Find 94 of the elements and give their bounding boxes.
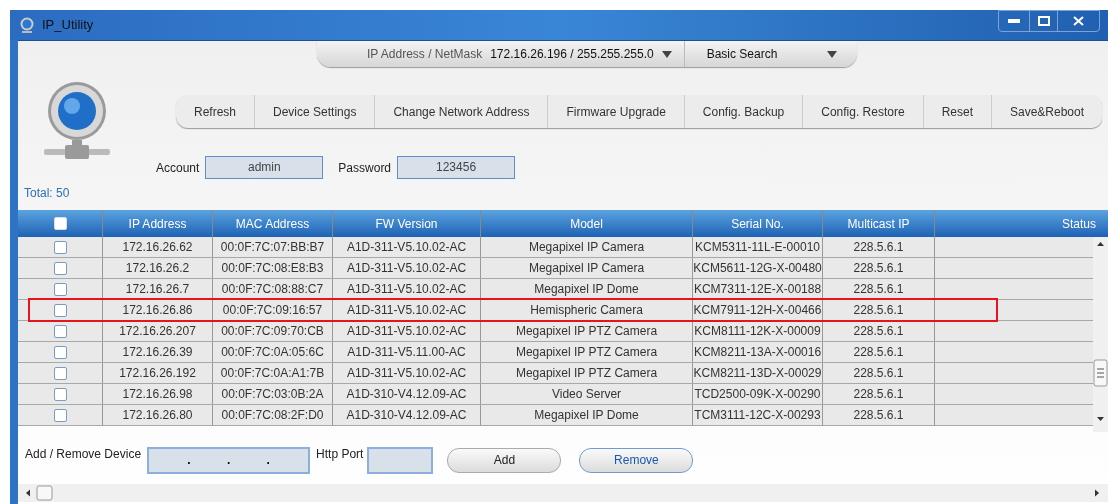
table-cell: 172.16.26.2 [103,258,213,278]
toolbar-button[interactable]: Config. Backup [683,95,803,128]
table-cell: Megapixel IP PTZ Camera [481,363,693,383]
minimize-icon [1008,19,1020,23]
maximize-icon [1037,16,1050,26]
table-cell: Megapixel IP Camera [481,237,693,257]
caret-icon [661,50,672,58]
table-cell: 228.5.6.1 [823,363,935,383]
table-cell: 172.16.26.39 [103,342,213,362]
table-cell: 172.16.26.62 [103,237,213,257]
table-cell: 00:0F:7C:08:E8:B3 [213,258,333,278]
table-cell: 172.16.26.86 [103,300,213,320]
table-cell: A1D-311-V5.10.02-AC [333,300,481,320]
table-cell: 228.5.6.1 [823,300,935,320]
window-title: IP_Utility [42,16,94,35]
table-cell: A1D-311-V5.10.02-AC [333,321,481,341]
table-cell: Megapixel IP Dome [481,279,693,299]
table-cell: Megapixel IP Camera [481,258,693,278]
checkbox[interactable] [53,282,67,296]
close-icon [1073,16,1084,26]
table-cell: KCM8211-13A-X-00016 [693,342,823,362]
table-cell: 228.5.6.1 [823,237,935,257]
table-cell: 228.5.6.1 [823,321,935,341]
toolbar-button[interactable]: Save&Reboot [991,95,1103,128]
table-cell: Megapixel IP PTZ Camera [481,321,693,341]
column-header[interactable]: Status [935,210,1108,237]
table-cell: 172.16.26.80 [103,405,213,425]
table-cell: A1D-310-V4.12.09-AC [333,384,481,404]
checkbox[interactable] [53,345,67,359]
password-label: Password [338,159,392,177]
table-cell: 172.16.26.7 [103,279,213,299]
device-total: Total: 50 [24,185,71,202]
toolbar-button[interactable]: Firmware Upgrade [547,95,684,128]
table-cell: KCM5311-11L-E-00010 [693,237,823,257]
table-cell: Megapixel IP PTZ Camera [481,342,693,362]
checkbox[interactable] [53,366,67,380]
table-cell: 228.5.6.1 [823,258,935,278]
table-cell: TCM3111-12C-X-00293 [693,405,823,425]
account-label: Account [156,159,200,177]
table-cell: KCM8211-13D-X-00029 [693,363,823,383]
table-cell: 228.5.6.1 [823,279,935,299]
table-cell: 00:0F:7C:0A:05:6C [213,342,333,362]
ip-address-field[interactable]: . . . [147,446,311,474]
checkbox[interactable] [53,303,67,317]
toolbar-button[interactable]: Device Settings [254,95,375,128]
http-port-field[interactable] [367,446,434,474]
webcam-icon [18,16,36,34]
table-cell: 00:0F:7C:09:70:CB [213,321,333,341]
table-cell: 00:0F:7C:09:16:57 [213,300,333,320]
table-cell: Video Server [481,384,693,404]
table-cell: A1D-310-V4.12.09-AC [333,405,481,425]
device-label: Add / Remove Device [25,446,142,463]
checkbox[interactable] [53,240,67,254]
table-cell: 00:0F:7C:08:2F:D0 [213,405,333,425]
table-cell: 00:0F:7C:03:0B:2A [213,384,333,404]
table-cell: 172.16.26.207 [103,321,213,341]
checkbox[interactable] [53,324,67,338]
table-cell: Hemispheric Camera [481,300,693,320]
table-cell: 228.5.6.1 [823,405,935,425]
table-cell: TCD2500-09K-X-00290 [693,384,823,404]
caret-icon [827,50,838,58]
toolbar-button[interactable]: Config. Restore [802,95,923,128]
table-cell: 172.16.26.98 [103,384,213,404]
webcam-logo-icon [42,81,112,161]
http-port-label: Http Port [316,446,364,463]
table-cell: A1D-311-V5.10.02-AC [333,237,481,257]
table-cell: A1D-311-V5.10.02-AC [333,363,481,383]
table-cell: 172.16.26.192 [103,363,213,383]
table-cell: A1D-311-V5.10.02-AC [333,258,481,278]
table-cell: KCM8111-12K-X-00009 [693,321,823,341]
table-cell: 228.5.6.1 [823,384,935,404]
table-cell: 00:0F:7C:0A:A1:7B [213,363,333,383]
checkbox[interactable] [53,387,67,401]
remove-button[interactable]: Remove [579,447,694,473]
checkbox[interactable] [53,408,67,422]
table-cell: KCM7311-12E-X-00188 [693,279,823,299]
toolbar-button[interactable]: Refresh [176,95,255,128]
add-button[interactable]: Add [447,447,562,473]
table-cell: A1D-311-V5.11.00-AC [333,342,481,362]
table-cell: 00:0F:7C:07:BB:B7 [213,237,333,257]
table-cell: Megapixel IP Dome [481,405,693,425]
table-cell: 228.5.6.1 [823,342,935,362]
table-cell: 00:0F:7C:08:88:C7 [213,279,333,299]
checkbox[interactable] [53,261,67,275]
table-cell: A1D-311-V5.10.02-AC [333,279,481,299]
table-cell: KCM7911-12H-X-00466 [693,300,823,320]
toolbar-button[interactable]: Change Network Address [374,95,548,128]
toolbar-button[interactable]: Reset [922,95,991,128]
account-field[interactable]: admin [205,156,324,179]
table-cell: KCM5611-12G-X-00480 [693,258,823,278]
netmask-dropdown[interactable]: 172.16.26.196 / 255.255.255.0 [490,41,685,67]
password-field[interactable]: 123456 [397,156,516,179]
search-mode-dropdown[interactable]: Basic Search [684,41,838,67]
netmask-label: IP Address / NetMask [367,46,483,63]
